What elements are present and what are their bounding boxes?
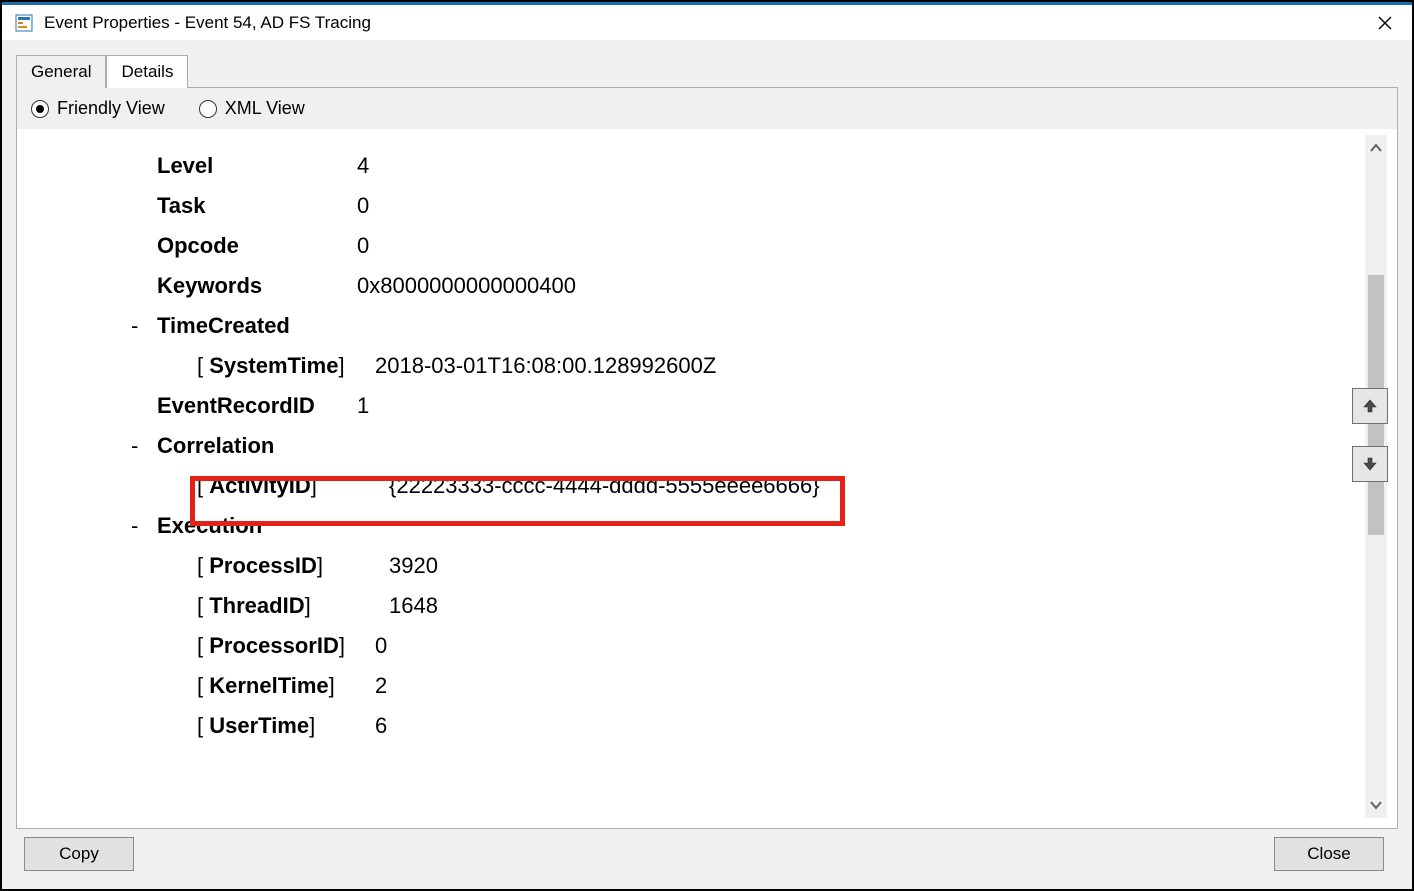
copy-button[interactable]: Copy — [24, 837, 134, 871]
scroll-up-button[interactable] — [1365, 135, 1387, 161]
label-eventrecordid: EventRecordID — [157, 393, 357, 419]
value-keywords: 0x8000000000000400 — [357, 273, 576, 299]
radio-friendly-label: Friendly View — [57, 98, 165, 119]
value-level: 4 — [357, 153, 369, 179]
label-activityid: ActivityID — [209, 473, 310, 499]
client-area: General Details Friendly View XML View — [2, 40, 1412, 889]
value-task: 0 — [357, 193, 369, 219]
label-timecreated: TimeCreated — [157, 313, 290, 339]
label-execution: Execution — [157, 513, 262, 539]
radio-checked-icon — [31, 100, 49, 118]
window-title: Event Properties - Event 54, AD FS Traci… — [44, 13, 1362, 33]
row-processorid: [ ProcessorID] 0 — [197, 633, 1351, 659]
close-button[interactable]: Close — [1274, 837, 1384, 871]
close-icon — [1378, 16, 1392, 30]
app-icon — [14, 13, 34, 33]
label-threadid: ThreadID — [209, 593, 304, 619]
chevron-up-icon — [1369, 141, 1383, 155]
close-button-label: Close — [1307, 844, 1350, 864]
value-systemtime: 2018-03-01T16:08:00.128992600Z — [375, 353, 716, 379]
value-threadid: 1648 — [389, 593, 438, 619]
value-eventrecordid: 1 — [357, 393, 369, 419]
group-execution[interactable]: - Execution — [131, 513, 1351, 539]
row-usertime: [ UserTime] 6 — [197, 713, 1351, 739]
value-processid: 3920 — [389, 553, 438, 579]
tab-details-label: Details — [121, 62, 173, 81]
row-threadid: [ ThreadID] 1648 — [197, 593, 1351, 619]
tab-general-label: General — [31, 62, 91, 81]
radio-friendly-view[interactable]: Friendly View — [31, 98, 165, 119]
group-correlation[interactable]: - Correlation — [131, 433, 1351, 459]
tab-general[interactable]: General — [16, 55, 106, 88]
value-processorid: 0 — [375, 633, 387, 659]
row-activityid: [ ActivityID] {22223333-cccc-4444-dddd-5… — [197, 473, 1351, 499]
next-event-button[interactable] — [1352, 446, 1388, 482]
radio-xml-view[interactable]: XML View — [199, 98, 305, 119]
nav-side-buttons — [1352, 388, 1388, 482]
label-processid: ProcessID — [209, 553, 317, 579]
row-opcode: Opcode 0 — [157, 233, 1351, 259]
row-processid: [ ProcessID] 3920 — [197, 553, 1351, 579]
label-opcode: Opcode — [157, 233, 357, 259]
row-kerneltime: [ KernelTime] 2 — [197, 673, 1351, 699]
label-kerneltime: KernelTime — [209, 673, 328, 699]
radio-unchecked-icon — [199, 100, 217, 118]
value-usertime: 6 — [375, 713, 387, 739]
copy-button-label: Copy — [59, 844, 99, 864]
titlebar: Event Properties - Event 54, AD FS Traci… — [2, 2, 1412, 40]
label-usertime: UserTime — [209, 713, 309, 739]
details-area: Level 4 Task 0 Opcode 0 Keywords 0x80000… — [27, 135, 1361, 818]
arrow-down-icon — [1362, 456, 1378, 472]
value-opcode: 0 — [357, 233, 369, 259]
chevron-down-icon — [1369, 798, 1383, 812]
collapse-dash-icon: - — [131, 513, 157, 539]
row-task: Task 0 — [157, 193, 1351, 219]
tab-details[interactable]: Details — [106, 55, 188, 88]
tabs-row: General Details — [16, 54, 1398, 87]
label-processorid: ProcessorID — [209, 633, 339, 659]
footer: Copy Close — [16, 829, 1398, 879]
radio-xml-label: XML View — [225, 98, 305, 119]
label-correlation: Correlation — [157, 433, 274, 459]
event-properties-window: Event Properties - Event 54, AD FS Traci… — [2, 2, 1412, 889]
details-content-wrap: Level 4 Task 0 Opcode 0 Keywords 0x80000… — [27, 135, 1387, 818]
row-systemtime: [ SystemTime] 2018-03-01T16:08:00.128992… — [197, 353, 1351, 379]
value-activityid: {22223333-cccc-4444-dddd-5555eeee6666} — [389, 473, 820, 499]
label-level: Level — [157, 153, 357, 179]
label-task: Task — [157, 193, 357, 219]
label-systemtime: SystemTime — [209, 353, 338, 379]
row-eventrecordid: EventRecordID 1 — [157, 393, 1351, 419]
window-close-button[interactable] — [1362, 7, 1408, 39]
prev-event-button[interactable] — [1352, 388, 1388, 424]
collapse-dash-icon: - — [131, 433, 157, 459]
arrow-up-icon — [1362, 398, 1378, 414]
view-radio-group: Friendly View XML View — [17, 88, 1397, 129]
collapse-dash-icon: - — [131, 313, 157, 339]
label-keywords: Keywords — [157, 273, 357, 299]
tab-panel-details: Friendly View XML View Level 4 Task 0 — [16, 87, 1398, 829]
row-level: Level 4 — [157, 153, 1351, 179]
row-keywords: Keywords 0x8000000000000400 — [157, 273, 1351, 299]
group-timecreated[interactable]: - TimeCreated — [131, 313, 1351, 339]
scroll-down-button[interactable] — [1365, 792, 1387, 818]
value-kerneltime: 2 — [375, 673, 387, 699]
